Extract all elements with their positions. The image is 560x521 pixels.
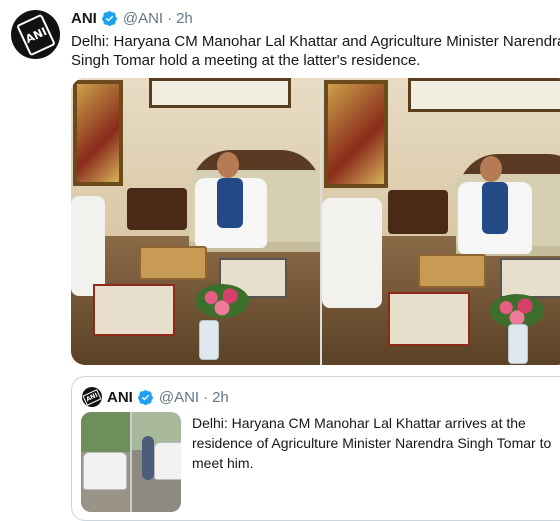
tweet-text: Delhi: Haryana CM Manohar Lal Khattar an… — [71, 33, 560, 69]
quoted-author-name: ANI — [107, 388, 133, 406]
author-name[interactable]: ANI — [71, 10, 97, 27]
quoted-tweet-media[interactable] — [81, 412, 181, 512]
tweet-photo-1[interactable] — [71, 78, 320, 365]
quoted-tweet-text: Delhi: Haryana CM Manohar Lal Khattar ar… — [192, 415, 552, 471]
ani-logo: ANI — [82, 388, 102, 406]
quoted-tweet[interactable]: ANI ANI @ANI · 2h Delhi: Haryana CM Mano… — [71, 376, 560, 521]
tweet-time[interactable]: 2h — [176, 10, 193, 27]
ani-logo: ANI — [15, 13, 56, 56]
separator-dot: · — [203, 388, 209, 406]
quoted-author-handle: @ANI — [158, 388, 200, 406]
tweet-photo-2[interactable] — [322, 78, 560, 365]
author-handle[interactable]: @ANI — [123, 10, 163, 27]
quoted-author-avatar: ANI — [82, 387, 102, 407]
tweet-media[interactable] — [71, 78, 560, 365]
quoted-tweet-header: ANI ANI @ANI · 2h — [82, 387, 229, 407]
author-avatar[interactable]: ANI — [11, 10, 60, 59]
separator-dot: · — [167, 10, 173, 27]
verified-icon — [101, 11, 117, 27]
quoted-photo-2[interactable] — [132, 412, 181, 512]
quoted-tweet-time: 2h — [212, 388, 229, 406]
quoted-photo-1[interactable] — [81, 412, 130, 512]
tweet-header: ANI @ANI · 2h — [71, 10, 193, 27]
verified-icon — [137, 389, 153, 405]
